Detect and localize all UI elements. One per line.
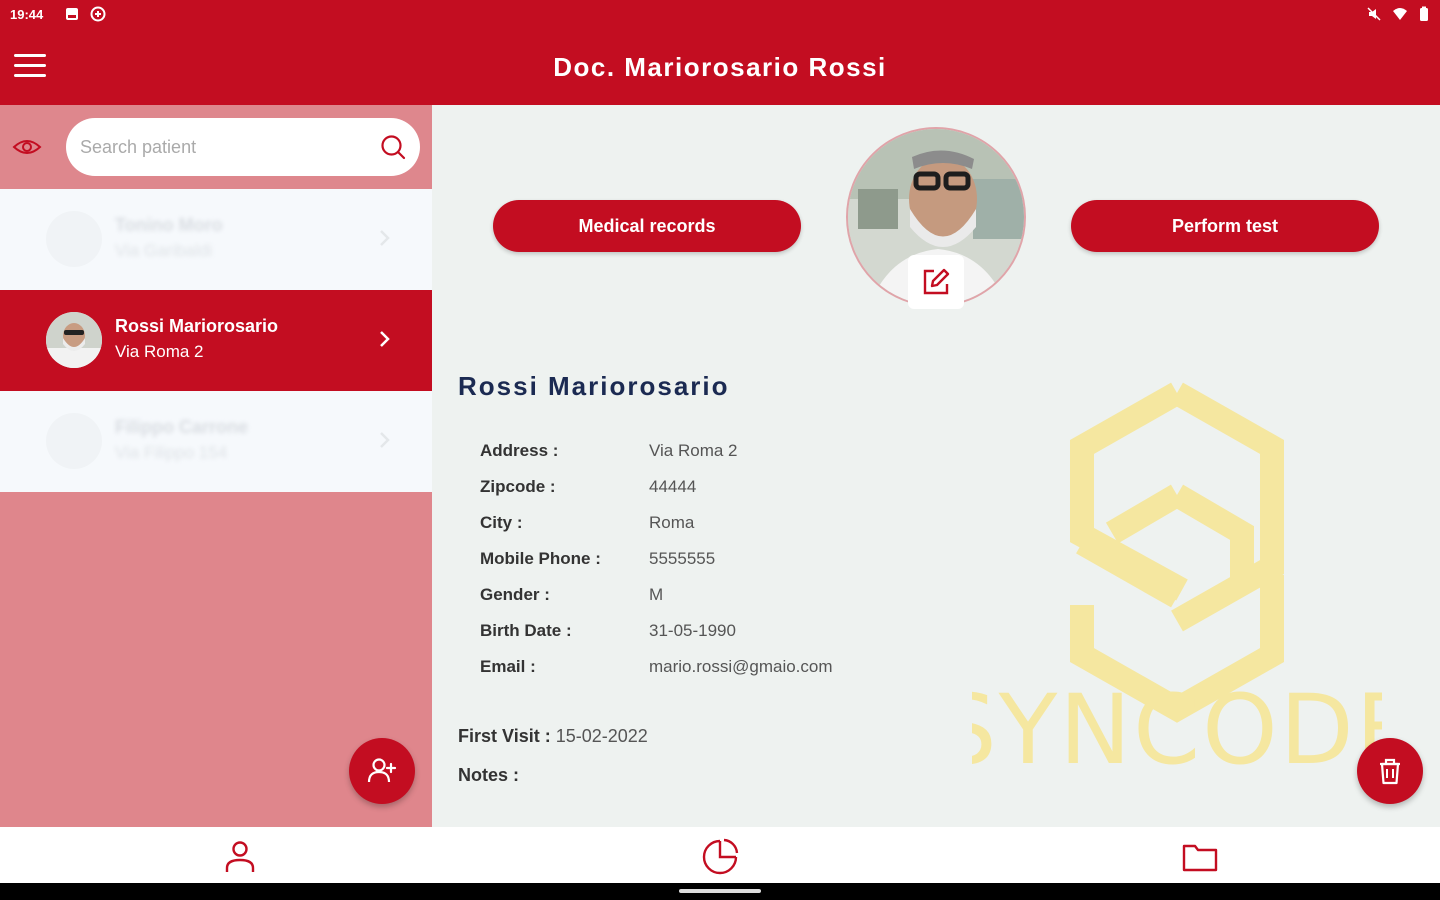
system-navigation-bar — [0, 883, 1440, 900]
edit-icon — [923, 268, 950, 295]
patient-list-item-selected[interactable]: Rossi Mariorosario Via Roma 2 — [0, 290, 432, 391]
avatar — [46, 413, 102, 469]
add-patient-button[interactable] — [349, 738, 415, 804]
nav-statistics[interactable] — [700, 837, 740, 877]
nav-files[interactable] — [1180, 837, 1220, 877]
first-visit: First Visit : 15-02-2022 — [458, 726, 648, 747]
add-user-icon — [367, 758, 397, 783]
patient-list-item[interactable]: Filippo Carrone Via Filippo 154 — [0, 391, 432, 492]
detail-label: Address : — [480, 441, 559, 460]
detail-value: 5555555 — [649, 549, 716, 568]
person-icon — [225, 841, 255, 872]
nav-patients[interactable] — [220, 837, 260, 877]
avatar — [46, 312, 102, 368]
delete-patient-button[interactable] — [1357, 738, 1423, 804]
avatar — [46, 211, 102, 267]
patient-name: Rossi Mariorosario — [115, 316, 279, 336]
notification-icon — [66, 8, 78, 20]
detail-label: Mobile Phone : — [480, 549, 601, 568]
trash-icon — [1380, 758, 1400, 785]
detail-value: 31-05-1990 — [649, 621, 736, 640]
page-title: Doc. Mariorosario Rossi — [553, 52, 887, 82]
patient-full-name: Rossi Mariorosario — [458, 371, 730, 401]
mute-icon — [1367, 7, 1381, 21]
battery-icon — [1420, 6, 1428, 21]
sync-icon — [90, 6, 106, 22]
patient-name: Filippo Carrone — [115, 417, 249, 437]
pie-chart-icon — [702, 838, 739, 875]
patient-name: Tonino Moro — [115, 215, 223, 235]
detail-value: 44444 — [649, 477, 697, 496]
wifi-icon — [1393, 8, 1407, 20]
status-bar: 19:44 — [0, 0, 1440, 30]
detail-value: M — [649, 585, 664, 604]
detail-label: Zipcode : — [480, 477, 556, 496]
first-visit-date: 15-02-2022 — [555, 726, 648, 746]
first-visit-label: First Visit : — [458, 726, 551, 746]
watermark-text: SYNCODE — [972, 674, 1382, 775]
detail-label: Email : — [480, 657, 536, 676]
medical-records-button[interactable]: Medical records — [493, 200, 801, 252]
bottom-navigation — [0, 827, 1440, 883]
chevron-right-icon — [380, 331, 390, 347]
search-input[interactable] — [80, 118, 370, 176]
eye-icon[interactable] — [12, 135, 42, 159]
patient-list-item[interactable]: Tonino Moro Via Garibaldi — [0, 189, 432, 290]
detail-value: Via Roma 2 — [649, 441, 738, 460]
search-icon[interactable] — [380, 134, 406, 160]
notes-label: Notes : — [458, 765, 520, 785]
patient-detail-panel: SYNCODE Medical records Perform test Ros… — [432, 105, 1440, 827]
edit-photo-button[interactable] — [908, 255, 964, 309]
detail-value: Roma — [649, 513, 695, 532]
chevron-right-icon — [380, 230, 390, 246]
patient-address: Via Roma 2 — [115, 342, 204, 361]
search-box — [66, 118, 420, 176]
folder-icon — [1182, 844, 1218, 872]
detail-label: Birth Date : — [480, 621, 572, 640]
chevron-right-icon — [380, 432, 390, 448]
search-row — [0, 105, 432, 189]
perform-test-button[interactable]: Perform test — [1071, 200, 1379, 252]
home-gesture-handle[interactable] — [679, 889, 761, 893]
patient-address: Via Filippo 154 — [115, 443, 228, 462]
patient-address: Via Garibaldi — [115, 241, 213, 260]
detail-label: City : — [480, 513, 523, 532]
detail-value: mario.rossi@gmaio.com — [649, 657, 833, 676]
patient-sidebar: Tonino Moro Via Garibaldi Rossi Marioros… — [0, 105, 432, 827]
syncode-watermark-logo: SYNCODE — [972, 382, 1382, 775]
status-time: 19:44 — [10, 7, 44, 22]
detail-label: Gender : — [480, 585, 550, 604]
app-bar: Doc. Mariorosario Rossi — [0, 30, 1440, 105]
